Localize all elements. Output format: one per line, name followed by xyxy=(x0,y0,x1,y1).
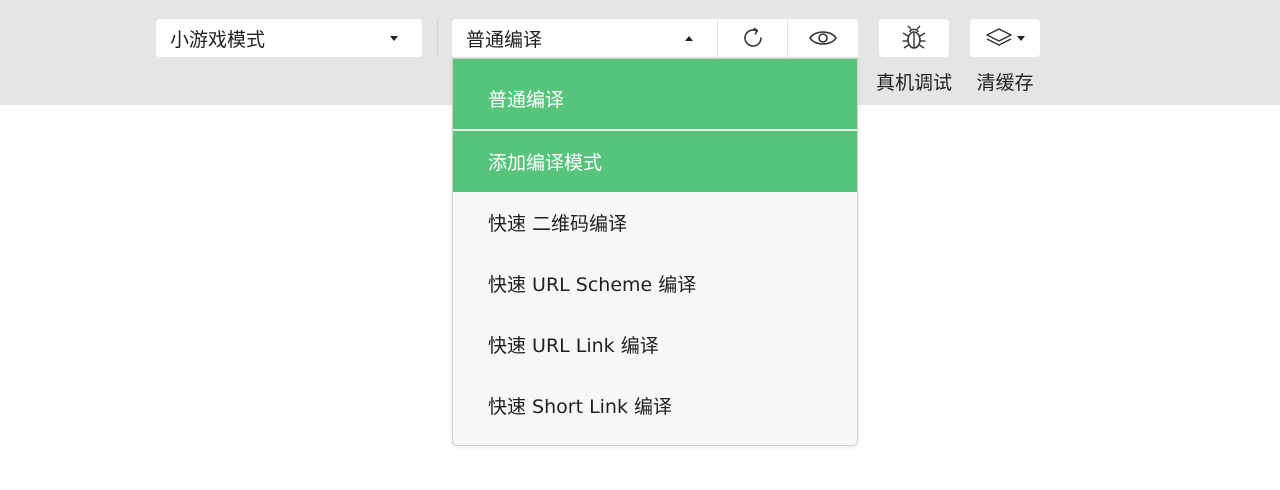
compile-select-label: 普通编译 xyxy=(466,28,543,51)
menu-item-label: 快速 URL Scheme 编译 xyxy=(488,274,697,296)
compile-dropdown-menu: 普通编译 添加编译模式 快速 二维码编译 快速 URL Scheme 编译 快速… xyxy=(452,58,858,446)
compile-group: 普通编译 xyxy=(452,19,858,57)
refresh-button[interactable] xyxy=(718,19,788,57)
menu-item-label: 添加编译模式 xyxy=(488,152,603,174)
menu-top-spacer xyxy=(453,59,857,67)
toolbar-divider xyxy=(437,20,438,56)
menu-item-qrcode-compile[interactable]: 快速 二维码编译 xyxy=(453,192,857,253)
eye-icon xyxy=(809,31,837,45)
menu-item-add-compile-mode[interactable]: 添加编译模式 xyxy=(453,129,857,192)
mode-select-label: 小游戏模式 xyxy=(170,28,266,51)
chevron-down-icon xyxy=(1017,35,1025,41)
clear-cache-label: 清缓存 xyxy=(976,72,1034,94)
menu-item-label: 快速 URL Link 编译 xyxy=(488,335,659,357)
compile-select[interactable]: 普通编译 xyxy=(452,19,718,57)
menu-item-short-link-compile[interactable]: 快速 Short Link 编译 xyxy=(453,375,857,436)
mode-select[interactable]: 小游戏模式 xyxy=(156,19,422,57)
layers-icon xyxy=(986,28,1012,46)
clear-cache-button[interactable] xyxy=(970,19,1040,57)
menu-item-label: 快速 二维码编译 xyxy=(488,213,628,235)
menu-item-url-link-compile[interactable]: 快速 URL Link 编译 xyxy=(453,314,857,375)
chevron-down-icon xyxy=(390,35,398,41)
menu-item-label: 普通编译 xyxy=(488,88,565,111)
chevron-up-icon xyxy=(685,35,693,41)
refresh-icon xyxy=(743,27,762,47)
debug-label: 真机调试 xyxy=(875,72,952,94)
bug-icon xyxy=(902,25,926,49)
menu-item-normal-compile[interactable]: 普通编译 xyxy=(453,67,857,129)
menu-item-url-scheme-compile[interactable]: 快速 URL Scheme 编译 xyxy=(453,253,857,314)
debug-button[interactable] xyxy=(879,19,949,57)
preview-button[interactable] xyxy=(788,19,858,57)
menu-item-label: 快速 Short Link 编译 xyxy=(488,396,673,418)
